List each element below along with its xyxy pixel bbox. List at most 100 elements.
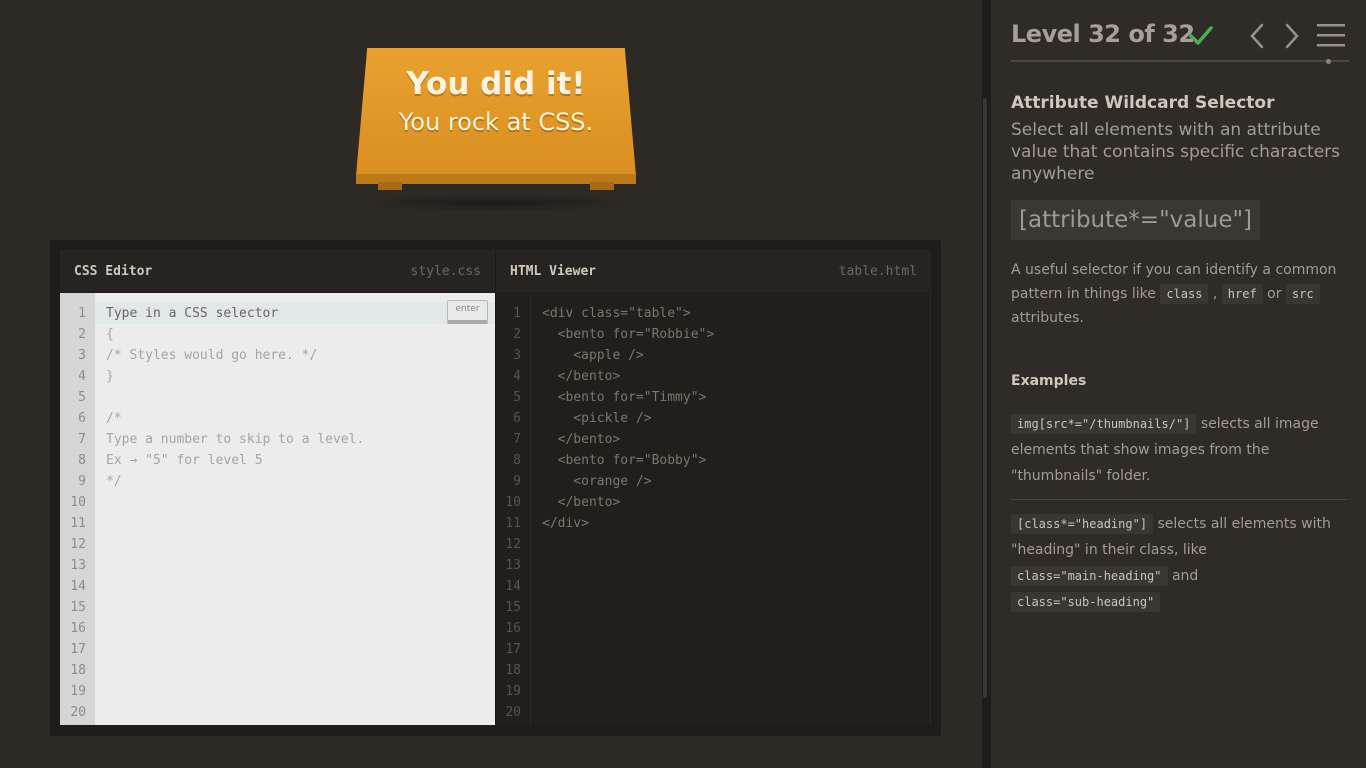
html-viewer-header: HTML Viewer table.html	[496, 250, 931, 293]
hint-tag-src: src	[1285, 284, 1320, 304]
html-viewer-title: HTML Viewer	[510, 263, 597, 279]
line-number: 15	[505, 600, 521, 615]
html-code-line: </bento>	[542, 495, 621, 510]
line-number: 5	[513, 390, 521, 405]
line-number: 8	[513, 453, 521, 468]
line-number: 2	[513, 327, 521, 342]
hint-separator: or	[1262, 286, 1286, 302]
html-code-line: <orange />	[542, 474, 652, 489]
line-number: 4	[78, 369, 86, 384]
line-number: 20	[505, 705, 521, 720]
line-number: 3	[513, 348, 521, 363]
css-editor-header: CSS Editor style.css	[60, 250, 495, 293]
next-level-icon[interactable]	[1282, 22, 1302, 50]
css-code-line: /*	[106, 411, 122, 426]
table-shadow	[356, 194, 636, 212]
html-viewer-body: 1 2 3 4 5 6 7 8 9 10 11 12 13 14 15 16 17 18 19 20 <div cla…	[496, 293, 931, 725]
html-code-line: </div>	[542, 516, 589, 531]
selector-description: Select all elements with an attribute va…	[1011, 120, 1341, 184]
html-code-line: <apple />	[542, 348, 644, 363]
example-2-code-main-heading: class="main-heading"	[1011, 566, 1168, 586]
example-1-code: img[src*="/thumbnails/"]	[1011, 414, 1197, 434]
selector-hint: A useful selector if you can identify a …	[1011, 258, 1349, 330]
line-number: 19	[505, 684, 521, 699]
css-code-line: }	[106, 369, 114, 384]
html-code-lines: <div class="table"> <bento for="Robbie">…	[531, 293, 930, 725]
line-number: 18	[505, 663, 521, 678]
html-code-line: </bento>	[542, 432, 621, 447]
css-code-line: */	[106, 474, 122, 489]
line-number: 11	[505, 516, 521, 531]
css-editor-title: CSS Editor	[74, 263, 153, 279]
line-number: 12	[70, 537, 86, 552]
html-viewer-filename: table.html	[838, 263, 917, 279]
hint-separator: ,	[1208, 286, 1222, 302]
line-number: 17	[70, 642, 86, 657]
sidebar: Level 32 of 32 Attribute Wildcard Select…	[991, 0, 1366, 768]
line-number: 19	[70, 684, 86, 699]
example-2-text-and: and	[1167, 568, 1199, 584]
line-number: 11	[70, 516, 86, 531]
line-number: 2	[78, 327, 86, 342]
html-code-line: </bento>	[542, 369, 621, 384]
example-2-code: [class*="heading"]	[1011, 514, 1154, 534]
win-message-subtitle: You rock at CSS.	[398, 108, 594, 136]
css-selector-input[interactable]	[95, 303, 495, 324]
line-number: 10	[70, 495, 86, 510]
hint-tag-href: href	[1221, 284, 1263, 304]
css-code-line: Type a number to skip to a level.	[106, 432, 365, 447]
hint-tag-class: class	[1160, 284, 1209, 304]
selector-name: Attribute Wildcard Selector	[1011, 93, 1275, 113]
html-code-line: <pickle />	[542, 411, 652, 426]
menu-icon[interactable]	[1317, 22, 1345, 48]
line-number: 14	[70, 579, 86, 594]
css-code-line: Ex → "5" for level 5	[106, 453, 263, 468]
line-number: 4	[513, 369, 521, 384]
line-number: 13	[70, 558, 86, 573]
win-table-leg-right	[590, 182, 614, 190]
line-number: 7	[78, 432, 86, 447]
html-code-line: <bento for="Bobby">	[542, 453, 707, 468]
example-2-code-sub-heading: class="sub-heading"	[1011, 592, 1161, 612]
html-line-numbers: 1 2 3 4 5 6 7 8 9 10 11 12 13 14 15 16 17 18 19 20	[496, 293, 531, 725]
line-number: 15	[70, 600, 86, 615]
level-header: Level 32 of 32	[1011, 20, 1349, 62]
examples-title: Examples	[1011, 373, 1087, 389]
css-editor-pane: CSS Editor style.css 1 2 3 4 5 6 7 8 9 10 11 12 13 14…	[60, 250, 495, 725]
win-table-leg-left	[378, 182, 402, 190]
line-number: 8	[78, 453, 86, 468]
css-code-line: /* Styles would go here. */	[106, 348, 318, 363]
line-number: 9	[513, 474, 521, 489]
selector-syntax: [attribute*="value"]	[1011, 200, 1261, 240]
line-number: 18	[70, 663, 86, 678]
hint-text-end: attributes.	[1011, 310, 1084, 326]
level-title: Level 32 of 32	[1011, 20, 1195, 48]
line-number: 10	[505, 495, 521, 510]
line-number: 16	[70, 621, 86, 636]
checkmark-icon	[1189, 26, 1213, 45]
line-number: 12	[505, 537, 521, 552]
line-number: 6	[78, 411, 86, 426]
win-message-title: You did it!	[406, 66, 586, 102]
line-number: 1	[78, 306, 86, 321]
line-number: 17	[505, 642, 521, 657]
html-code-line: <bento for="Timmy">	[542, 390, 707, 405]
progress-indicator	[1326, 59, 1331, 64]
css-code-line	[95, 387, 495, 408]
line-number: 16	[505, 621, 521, 636]
example-1: img[src*="/thumbnails/"] selects all ima…	[1011, 411, 1347, 500]
line-number: 20	[70, 705, 86, 720]
css-code-lines: {/* Styles would go here. */} /* Type a nu…	[95, 293, 495, 725]
win-table: You did it! You rock at CSS.	[356, 48, 636, 194]
line-number: 5	[78, 390, 86, 405]
editor: CSS Editor style.css 1 2 3 4 5 6 7 8 9 10 11 12 13 14…	[50, 240, 941, 736]
css-editor-filename: style.css	[410, 263, 481, 279]
scrollbar-thumb[interactable]	[983, 98, 987, 698]
enter-button[interactable]: enter	[447, 300, 488, 324]
html-viewer-pane: HTML Viewer table.html 1 2 3 4 5 6 7 8 9 10 11 12 13…	[495, 250, 931, 725]
line-number: 7	[513, 432, 521, 447]
line-number: 13	[505, 558, 521, 573]
previous-level-icon[interactable]	[1247, 22, 1267, 50]
line-number: 6	[513, 411, 521, 426]
game-area: You did it! You rock at CSS. CSS Editor …	[0, 0, 982, 768]
